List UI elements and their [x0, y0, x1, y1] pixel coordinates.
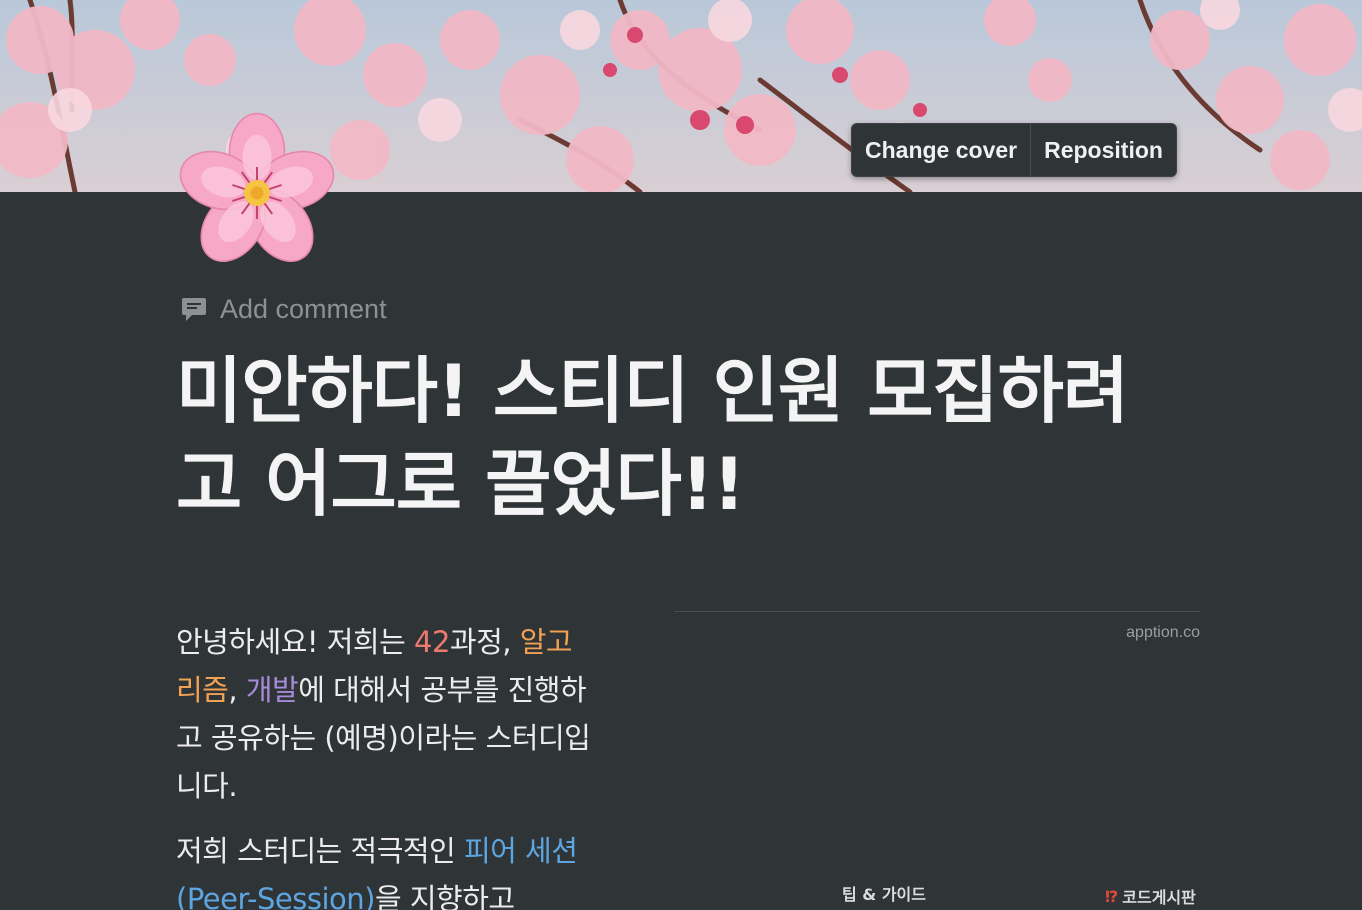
cherry-blossom-icon[interactable] [176, 112, 338, 274]
page-content: 안녕하세요! 저희는 42과정, 알고리즘, 개발에 대해서 공부를 진행하고 … [176, 618, 596, 910]
embed-tab-code-board-label: 코드게시판 [1122, 888, 1196, 907]
text: 안녕하세요! 저희는 [176, 625, 415, 659]
embed-tab-tips-guide[interactable]: 팁 & 가이드 [842, 881, 926, 905]
text: 과정, [449, 625, 520, 659]
text: 을 지향하고 [374, 882, 515, 910]
text: , [228, 673, 246, 707]
add-comment-button[interactable]: Add comment [180, 290, 387, 328]
embed-tab-code-board[interactable]: ⁉ 코드게시판 [1105, 884, 1196, 908]
reposition-button[interactable]: Reposition [1030, 124, 1176, 176]
page-title[interactable]: 미안하다! 스티디 인원 모집하려고 어그로 끌었다!! [176, 345, 1186, 531]
paragraph-intro[interactable]: 안녕하세요! 저희는 42과정, 알고리즘, 개발에 대해서 공부를 진행하고 … [176, 618, 596, 810]
highlight-42: 42 [414, 625, 450, 659]
change-cover-button[interactable]: Change cover [852, 124, 1030, 176]
cover-controls: Change cover Reposition [851, 123, 1177, 177]
highlight-development: 개발 [245, 673, 299, 707]
paragraph-peer-session[interactable]: 저희 스터디는 적극적인 피어 세션 (Peer-Session)을 지향하고 [176, 827, 596, 910]
comment-icon [182, 298, 206, 321]
add-comment-label: Add comment [220, 293, 387, 324]
embed-domain[interactable]: apption.co [1126, 624, 1200, 642]
text: 저희 스터디는 적극적인 [176, 834, 464, 868]
embed-divider [674, 611, 1200, 612]
exclamation-question-icon: ⁉ [1105, 886, 1119, 906]
